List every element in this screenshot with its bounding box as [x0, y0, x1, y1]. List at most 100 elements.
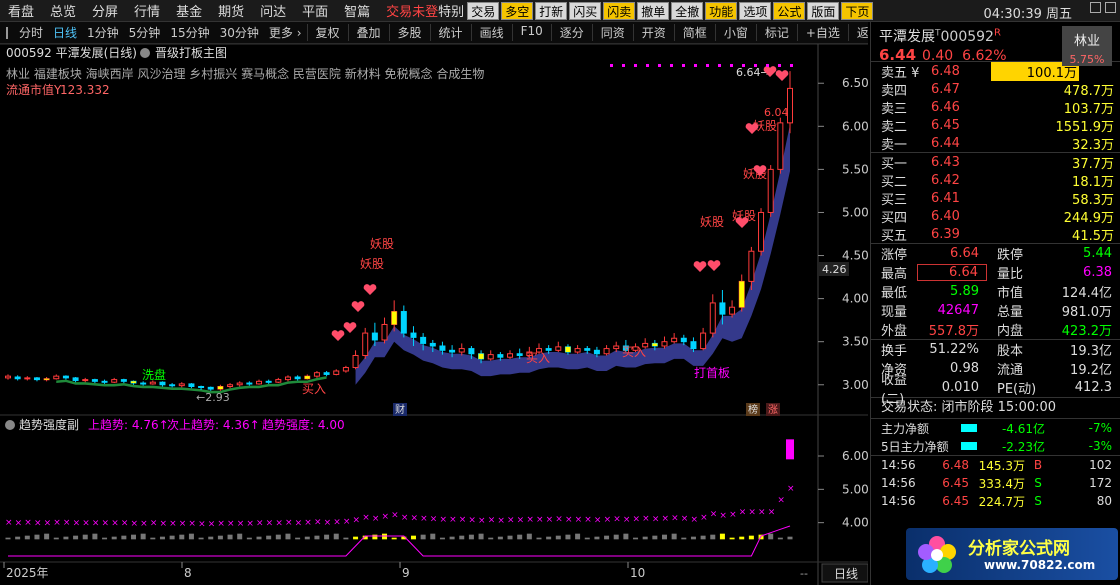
- order-row[interactable]: 卖二 6.45 1551.9万: [871, 116, 1120, 135]
- order-row[interactable]: 买五 6.39 41.5万: [871, 225, 1120, 244]
- strength-bar: [613, 534, 619, 540]
- stat-key-2: 流通: [997, 363, 1024, 378]
- indicator-name[interactable]: 趋势强度副: [19, 417, 79, 432]
- tick-n: 80: [1096, 494, 1112, 508]
- toolbar-button-8[interactable]: 选项: [739, 1, 772, 20]
- chart-tool-13[interactable]: 返回: [847, 24, 868, 41]
- candle-body: [748, 250, 755, 282]
- tick-n: 102: [1089, 458, 1112, 472]
- order-row[interactable]: 买四 6.40 244.9万: [871, 207, 1120, 226]
- chart-tool-5[interactable]: F10: [511, 24, 551, 41]
- menu-item-0[interactable]: 看盘: [0, 1, 42, 20]
- trend-cross: ×: [266, 519, 274, 529]
- toolbar-button-6[interactable]: 全撤: [671, 1, 704, 20]
- toolbar-button-0[interactable]: 交易: [467, 1, 500, 20]
- period-tab-5[interactable]: 30分钟: [215, 24, 264, 41]
- candle-body: [284, 376, 291, 381]
- period-tab-3[interactable]: 5分钟: [124, 24, 166, 41]
- strength-bar: [237, 533, 243, 540]
- toolbar-button-4[interactable]: 闪卖: [603, 1, 636, 20]
- period-tab-1[interactable]: 日线: [48, 24, 82, 41]
- chart-tool-4[interactable]: 画线: [470, 24, 512, 41]
- toolbar-button-11[interactable]: 下页: [841, 1, 874, 20]
- stat-key: 涨停: [881, 248, 908, 263]
- chart-tool-8[interactable]: 开资: [632, 24, 674, 41]
- menu-item-5[interactable]: 期货: [210, 1, 252, 20]
- chart-tool-12[interactable]: +自选: [796, 24, 848, 41]
- period-tab-0[interactable]: 分时: [14, 24, 48, 41]
- toolbar-button-3[interactable]: 闪买: [569, 1, 602, 20]
- stat-key-2: 内盘: [997, 324, 1024, 339]
- strength-bar: [102, 537, 108, 540]
- heart-markers: [331, 66, 789, 341]
- candle-body: [72, 377, 79, 381]
- menu-item-4[interactable]: 基金: [168, 1, 210, 20]
- sidebar-toggle-icon[interactable]: [6, 26, 8, 39]
- order-row[interactable]: 买三 6.41 58.3万: [871, 189, 1120, 208]
- order-row[interactable]: 卖三 6.46 103.7万: [871, 98, 1120, 117]
- minimize-icon[interactable]: [1090, 2, 1101, 13]
- menu-item-8[interactable]: 智篇: [336, 1, 378, 20]
- toolbar-button-7[interactable]: 功能: [705, 1, 738, 20]
- stock-title: 平潭发展T000592R: [879, 27, 1001, 45]
- menu-item-3[interactable]: 行情: [126, 1, 168, 20]
- order-row[interactable]: 买二 6.42 18.1万: [871, 171, 1120, 190]
- chart-tool-9[interactable]: 简框: [673, 24, 715, 41]
- toolbar-button-10[interactable]: 版面: [807, 1, 840, 20]
- toolbar-button-9[interactable]: 公式: [773, 1, 806, 20]
- candle-body: [497, 354, 504, 358]
- trend-cross: ×: [121, 519, 129, 529]
- close-icon[interactable]: [1105, 2, 1116, 13]
- period-tab-4[interactable]: 15分钟: [165, 24, 214, 41]
- candle-body: [275, 379, 282, 383]
- menu-item-2[interactable]: 分屏: [84, 1, 126, 20]
- trade-menu[interactable]: 交易未登特别: [386, 1, 464, 20]
- chart-tool-10[interactable]: 小窗: [714, 24, 756, 41]
- pager[interactable]: --: [800, 567, 808, 580]
- chart-tool-2[interactable]: 多股: [388, 24, 430, 41]
- menu-item-7[interactable]: 平面: [294, 1, 336, 20]
- formula-icon[interactable]: [140, 48, 150, 58]
- period-tab-2[interactable]: 1分钟: [82, 24, 124, 41]
- chart-tool-6[interactable]: 逐分: [550, 24, 592, 41]
- x-axis: 2025年 8 9 10: [3, 562, 645, 580]
- trend-cross: ×: [314, 518, 322, 528]
- chart-tool-11[interactable]: 标记: [755, 24, 797, 41]
- strength-bar: [266, 535, 272, 540]
- order-row[interactable]: 卖四 6.47 478.7万: [871, 80, 1120, 99]
- order-row[interactable]: 买一 6.43 37.7万: [871, 153, 1120, 172]
- fund-flows: 主力净额 -4.61亿 -7% 5日主力净额 -2.23亿 -3%: [871, 418, 1120, 455]
- chart-tool-0[interactable]: 复权: [306, 24, 348, 41]
- candle-body: [227, 384, 234, 387]
- candle-body: [140, 382, 147, 385]
- chart-formula[interactable]: 晋级打板主图: [155, 46, 227, 60]
- chart-area[interactable]: 000592 平潭发展(日线) 晋级打板主图 林业 福建板块 海峡西岸 风沙治理…: [0, 43, 869, 585]
- indicator-icon[interactable]: [5, 420, 15, 430]
- industry-box[interactable]: 林业 5.75%: [1062, 26, 1112, 66]
- chart-tool-7[interactable]: 同资: [591, 24, 633, 41]
- price-change-pct: 6.62%: [962, 48, 1007, 64]
- trend-cross: ×: [777, 496, 785, 506]
- toolbar-button-5[interactable]: 撤单: [637, 1, 670, 20]
- order-row[interactable]: 卖一 6.44 32.3万: [871, 134, 1120, 153]
- trend-cross: ×: [613, 515, 621, 525]
- candle-body: [159, 381, 166, 386]
- trend-cross: ×: [526, 515, 534, 525]
- tick-list: 14:56 6.48 145.3万 B 102 14:56 6.45 333.4万 S 172 14…: [871, 455, 1120, 510]
- strength-bar: [179, 534, 185, 540]
- chart-tool-1[interactable]: 叠加: [347, 24, 389, 41]
- kline-chart[interactable]: 000592 平潭发展(日线) 晋级打板主图 林业 福建板块 海峡西岸 风沙治理…: [0, 43, 869, 585]
- toolbar-button-1[interactable]: 多空: [501, 1, 534, 20]
- trend-cross: ×: [555, 515, 563, 525]
- candle-body: [313, 372, 320, 377]
- menu-item-1[interactable]: 总览: [42, 1, 84, 20]
- menu-item-6[interactable]: 问达: [252, 1, 294, 20]
- flow-key: 主力净额: [881, 421, 930, 436]
- order-label: 卖四: [881, 83, 908, 99]
- trend-cross: ×: [324, 518, 332, 528]
- chart-tool-3[interactable]: 统计: [429, 24, 471, 41]
- period-tab-6[interactable]: 更多 ›: [264, 24, 307, 41]
- trend-cross: ×: [24, 518, 32, 528]
- toolbar-button-2[interactable]: 打新: [535, 1, 568, 20]
- limit-dot: [682, 64, 685, 67]
